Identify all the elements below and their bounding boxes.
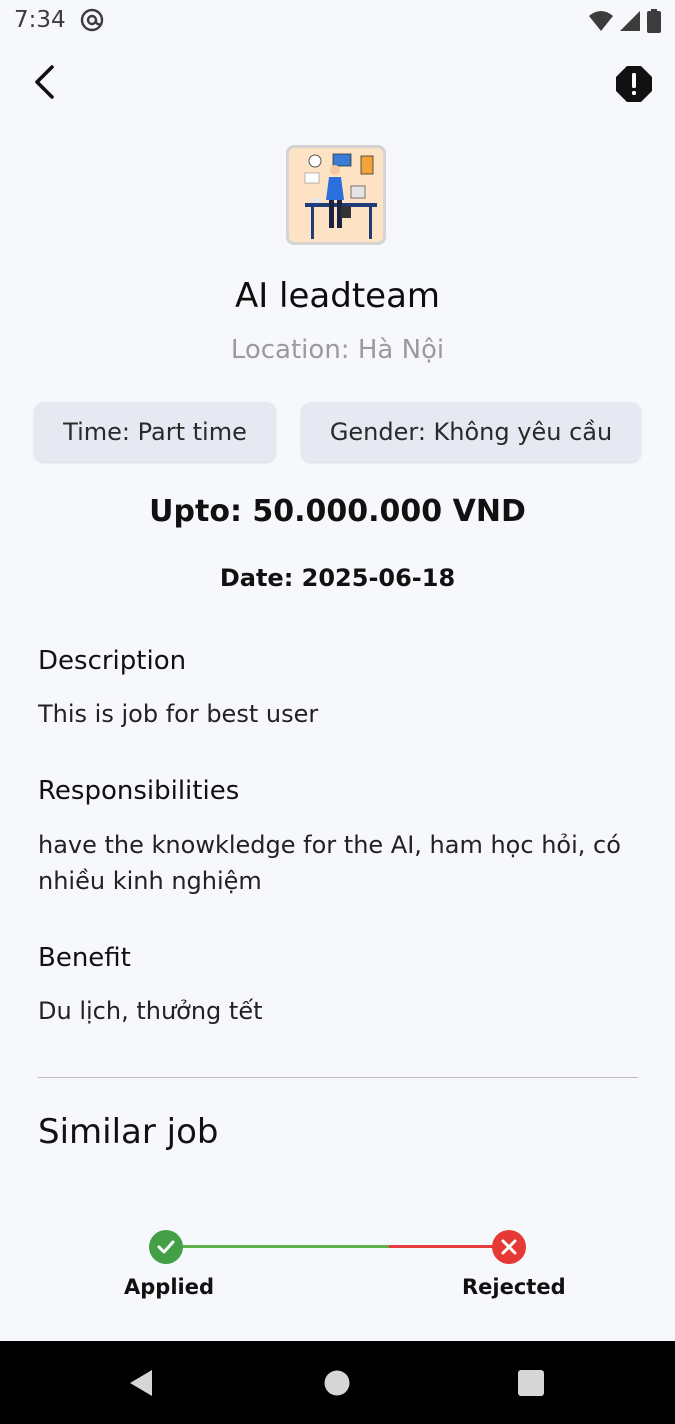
progress-track-applied [166, 1245, 389, 1248]
rejected-step-label: Rejected [462, 1275, 566, 1299]
gender-chip: Gender: Không yêu cầu [301, 402, 641, 462]
wifi-icon [589, 11, 613, 31]
status-indicators [589, 9, 661, 33]
arrow-left-icon [35, 65, 54, 99]
section-divider [38, 1077, 638, 1078]
job-location: Location: Hà Nội [230, 335, 445, 365]
circle-home-icon [324, 1370, 350, 1396]
description-heading: Description [38, 646, 187, 676]
benefit-text: Du lịch, thưởng tết [38, 997, 263, 1025]
salary-text: Upto: 50.000.000 VND [149, 494, 526, 529]
status-bar: 7:34 [0, 0, 675, 44]
benefit-heading: Benefit [38, 943, 131, 973]
at-sign-icon [80, 8, 104, 32]
nav-recents-button[interactable] [518, 1370, 544, 1400]
status-time: 7:34 [14, 7, 66, 33]
cellular-signal-icon [620, 11, 640, 31]
check-icon [157, 1240, 175, 1254]
office-worker-illustration [289, 148, 383, 242]
battery-icon [647, 9, 661, 33]
back-button[interactable] [22, 58, 66, 106]
job-title: AI leadteam [234, 276, 441, 316]
applied-step-label: Applied [124, 1275, 214, 1299]
gender-chip-label: Gender: Không yêu cầu [329, 418, 613, 446]
description-text: This is job for best user [38, 700, 319, 728]
responsibilities-heading: Responsibilities [38, 776, 240, 806]
job-thumbnail [286, 145, 386, 245]
responsibilities-text: have the knowkledge for the AI, ham học … [38, 831, 621, 895]
nav-back-button[interactable] [128, 1368, 154, 1402]
time-chip-label: Time: Part time [63, 418, 247, 446]
alert-octagon-icon [616, 66, 652, 102]
x-mark-icon [501, 1239, 517, 1255]
progress-track-rejected [389, 1245, 509, 1248]
triangle-back-icon [130, 1370, 152, 1396]
applied-step-dot [149, 1230, 183, 1264]
report-button[interactable] [612, 62, 656, 106]
system-nav-bar [0, 1341, 675, 1424]
date-text: Date: 2025-06-18 [219, 564, 456, 592]
rejected-step-dot [492, 1230, 526, 1264]
nav-home-button[interactable] [324, 1370, 350, 1400]
time-chip: Time: Part time [34, 402, 276, 462]
square-recents-icon [518, 1370, 544, 1396]
similar-job-heading: Similar job [38, 1112, 219, 1152]
